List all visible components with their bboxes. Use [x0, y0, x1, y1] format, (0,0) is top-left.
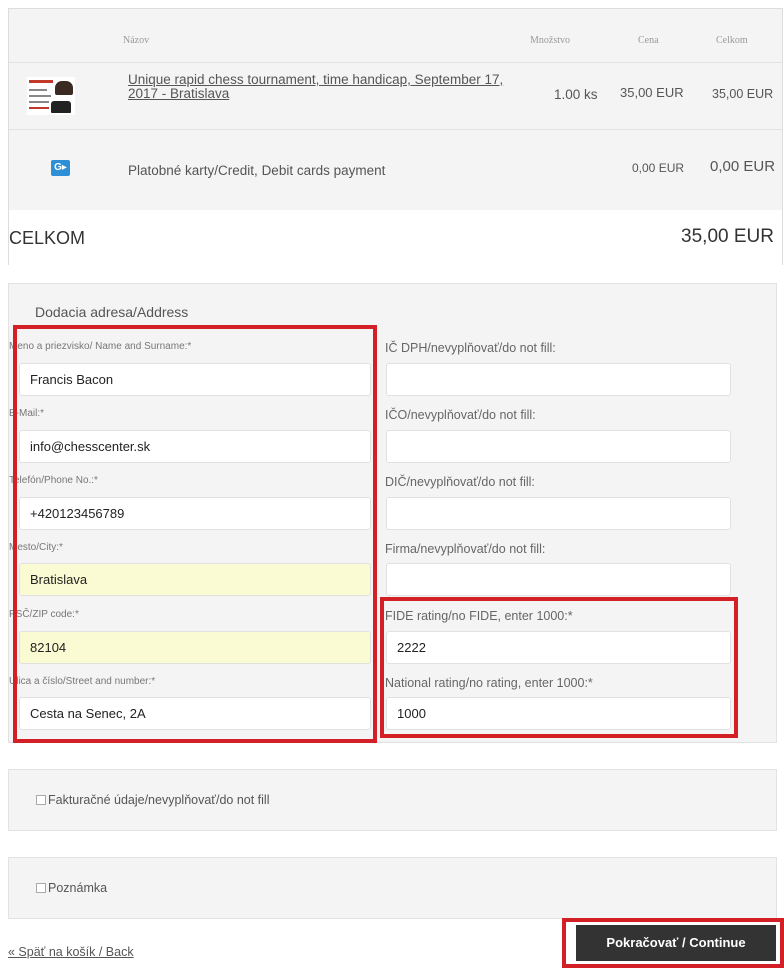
invoice-data-label[interactable]: Fakturačné údaje/nevyplňovať/do not fill: [48, 793, 270, 807]
gopay-icon: G▸: [51, 160, 70, 176]
address-title: Dodacia adresa/Address: [35, 304, 189, 320]
ico-field[interactable]: [386, 430, 731, 463]
cart-product-row: Unique rapid chess tournament, time hand…: [9, 63, 782, 130]
cart-payment-row: G▸ Platobné karty/Credit, Debit cards pa…: [9, 130, 782, 210]
continue-button[interactable]: Pokračovať / Continue: [576, 925, 776, 961]
ico-label: IČO/nevyplňovať/do not fill:: [385, 408, 536, 422]
cart-total-row: CELKOM 35,00 EUR: [9, 210, 782, 266]
rating-fields-highlight: [380, 597, 738, 738]
invoice-data-section: Fakturačné údaje/nevyplňovať/do not fill: [8, 769, 777, 831]
payment-price: 0,00 EUR: [632, 161, 685, 175]
note-label[interactable]: Poznámka: [48, 881, 107, 895]
company-field[interactable]: [386, 563, 731, 596]
note-checkbox[interactable]: [36, 883, 46, 893]
product-qty: 1.00 ks: [554, 87, 598, 102]
payment-total: 0,00 EUR: [710, 158, 776, 175]
dic-field[interactable]: [386, 497, 731, 530]
product-thumbnail[interactable]: [27, 77, 75, 115]
header-qty: Množstvo: [530, 35, 570, 46]
header-name: Názov: [123, 35, 150, 46]
back-to-cart-link[interactable]: « Späť na košík / Back: [8, 945, 134, 959]
required-fields-highlight-left: [13, 325, 377, 743]
vat-field[interactable]: [386, 363, 731, 396]
header-total: Celkom: [716, 35, 748, 46]
cart-table: Názov Množstvo Cena Celkom Unique rapid …: [8, 8, 783, 266]
grand-total-label: CELKOM: [9, 228, 86, 248]
product-total: 35,00 EUR: [712, 87, 774, 101]
company-label: Firma/nevyplňovať/do not fill:: [385, 542, 546, 556]
payment-label: Platobné karty/Credit, Debit cards payme…: [128, 163, 386, 178]
product-title-link[interactable]: Unique rapid chess tournament, time hand…: [128, 73, 528, 101]
note-section: Poznámka: [8, 857, 777, 919]
cart-header-row: Názov Množstvo Cena Celkom: [9, 9, 782, 63]
vat-label: IČ DPH/nevyplňovať/do not fill:: [385, 341, 556, 355]
invoice-data-checkbox[interactable]: [36, 795, 46, 805]
product-price: 35,00 EUR: [620, 85, 684, 100]
grand-total-value: 35,00 EUR: [681, 226, 774, 247]
dic-label: DIČ/nevyplňovať/do not fill:: [385, 475, 535, 489]
header-price: Cena: [638, 35, 659, 46]
